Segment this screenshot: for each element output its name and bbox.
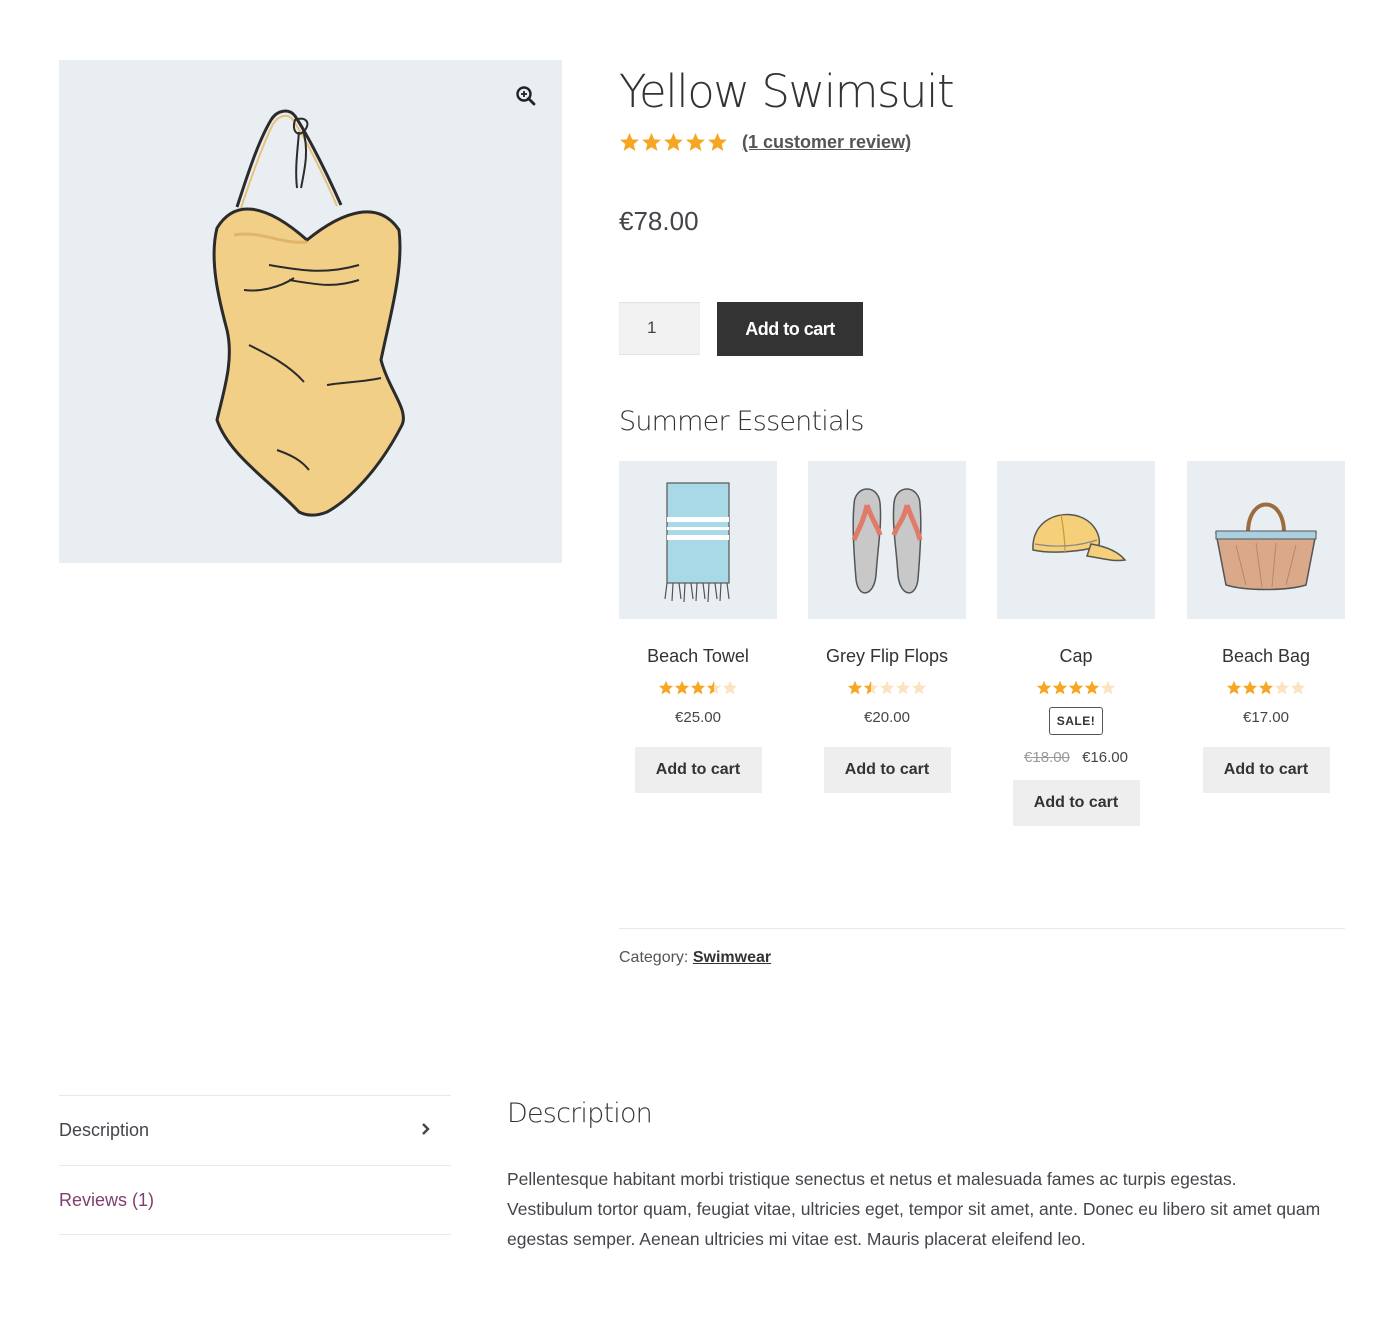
star-icon bbox=[1036, 680, 1052, 695]
category-link[interactable]: Swimwear bbox=[693, 949, 771, 966]
product-title: Yellow Swimsuit bbox=[619, 65, 955, 118]
category-label: Category: bbox=[619, 949, 689, 966]
swimsuit-image[interactable] bbox=[59, 60, 562, 563]
tab-description[interactable]: Description bbox=[59, 1095, 451, 1165]
star-icon bbox=[1226, 680, 1242, 695]
chevron-right-icon bbox=[422, 1123, 430, 1135]
product-star-rating bbox=[997, 680, 1155, 696]
tab-reviews[interactable]: Reviews (1) bbox=[59, 1165, 451, 1235]
summer-essentials-heading: Summer Essentials bbox=[619, 406, 864, 437]
customer-review-link[interactable]: (1 customer review) bbox=[742, 132, 911, 153]
beach-bag-icon[interactable] bbox=[1187, 461, 1345, 619]
product-card[interactable]: Beach Towel €25.00 Add to cart bbox=[619, 461, 777, 793]
product-star-rating bbox=[619, 680, 777, 696]
description-panel: Description Pellentesque habitant morbi … bbox=[507, 1094, 1327, 1254]
product-name[interactable]: Grey Flip Flops bbox=[808, 646, 966, 667]
product-summary: Yellow Swimsuit (1 customer review) €78.… bbox=[619, 60, 1345, 966]
product-star-rating bbox=[1187, 680, 1345, 696]
add-to-cart-button[interactable]: Add to cart bbox=[1012, 780, 1140, 826]
star-icon bbox=[664, 133, 683, 151]
star-icon bbox=[1242, 680, 1258, 695]
product-star-rating bbox=[808, 680, 966, 696]
star-icon bbox=[1258, 680, 1274, 695]
product-card[interactable]: Cap SALE! €18.00 €16.00 Add to cart bbox=[997, 461, 1155, 826]
divider bbox=[619, 928, 1345, 929]
star-icon bbox=[690, 680, 706, 695]
star-icon bbox=[708, 133, 727, 151]
add-to-cart-button[interactable]: Add to cart bbox=[634, 747, 762, 793]
tab-label: Description bbox=[59, 1120, 150, 1140]
cap-icon[interactable] bbox=[997, 461, 1155, 619]
product-card[interactable]: Beach Bag €17.00 Add to cart bbox=[1187, 461, 1345, 793]
star-icon bbox=[847, 680, 863, 695]
product-rating: (1 customer review) bbox=[619, 132, 911, 153]
product-name[interactable]: Beach Bag bbox=[1187, 646, 1345, 667]
star-icon bbox=[686, 133, 705, 151]
product-price: €78.00 bbox=[619, 206, 699, 236]
sale-badge: SALE! bbox=[1048, 707, 1104, 735]
flip-flops-icon[interactable] bbox=[808, 461, 966, 619]
star-icon bbox=[722, 680, 738, 695]
product-name[interactable]: Cap bbox=[997, 646, 1155, 667]
add-to-cart-button[interactable]: Add to cart bbox=[823, 747, 951, 793]
product-gallery[interactable] bbox=[59, 60, 562, 563]
description-heading: Description bbox=[507, 1098, 653, 1129]
star-icon bbox=[706, 680, 722, 695]
star-icon bbox=[895, 680, 911, 695]
sale-prices: €18.00 €16.00 bbox=[997, 749, 1155, 766]
star-icon bbox=[1274, 680, 1290, 695]
sale-price: €16.00 bbox=[1082, 749, 1128, 766]
star-icon bbox=[1084, 680, 1100, 695]
star-icon bbox=[1068, 680, 1084, 695]
star-icon bbox=[620, 133, 639, 151]
product-price: €17.00 bbox=[1243, 709, 1289, 726]
star-icon bbox=[879, 680, 895, 695]
star-icon bbox=[674, 680, 690, 695]
product-tabs: Description Reviews (1) bbox=[59, 1095, 451, 1235]
product-card[interactable]: Grey Flip Flops €20.00 Add to cart bbox=[808, 461, 966, 793]
quantity-input[interactable] bbox=[619, 302, 700, 355]
star-rating bbox=[619, 132, 728, 153]
old-price: €18.00 bbox=[1024, 749, 1070, 766]
add-to-cart-button[interactable]: Add to cart bbox=[1202, 747, 1330, 793]
star-icon bbox=[1100, 680, 1116, 695]
description-text: Pellentesque habitant morbi tristique se… bbox=[507, 1169, 1321, 1249]
star-icon bbox=[911, 680, 927, 695]
star-icon bbox=[642, 133, 661, 151]
star-icon bbox=[1052, 680, 1068, 695]
star-icon bbox=[658, 680, 674, 695]
tab-label: Reviews (1) bbox=[59, 1189, 155, 1210]
product-name[interactable]: Beach Towel bbox=[619, 646, 777, 667]
zoom-in-icon[interactable] bbox=[510, 80, 542, 112]
product-price: €20.00 bbox=[864, 709, 910, 726]
product-price: €25.00 bbox=[675, 709, 721, 726]
product-meta: Category: Swimwear bbox=[619, 949, 771, 967]
star-icon bbox=[1290, 680, 1306, 695]
add-to-cart-button[interactable]: Add to cart bbox=[717, 302, 863, 356]
beach-towel-icon[interactable] bbox=[619, 461, 777, 619]
add-to-cart-form: Add to cart bbox=[619, 302, 863, 356]
star-icon bbox=[863, 680, 879, 695]
